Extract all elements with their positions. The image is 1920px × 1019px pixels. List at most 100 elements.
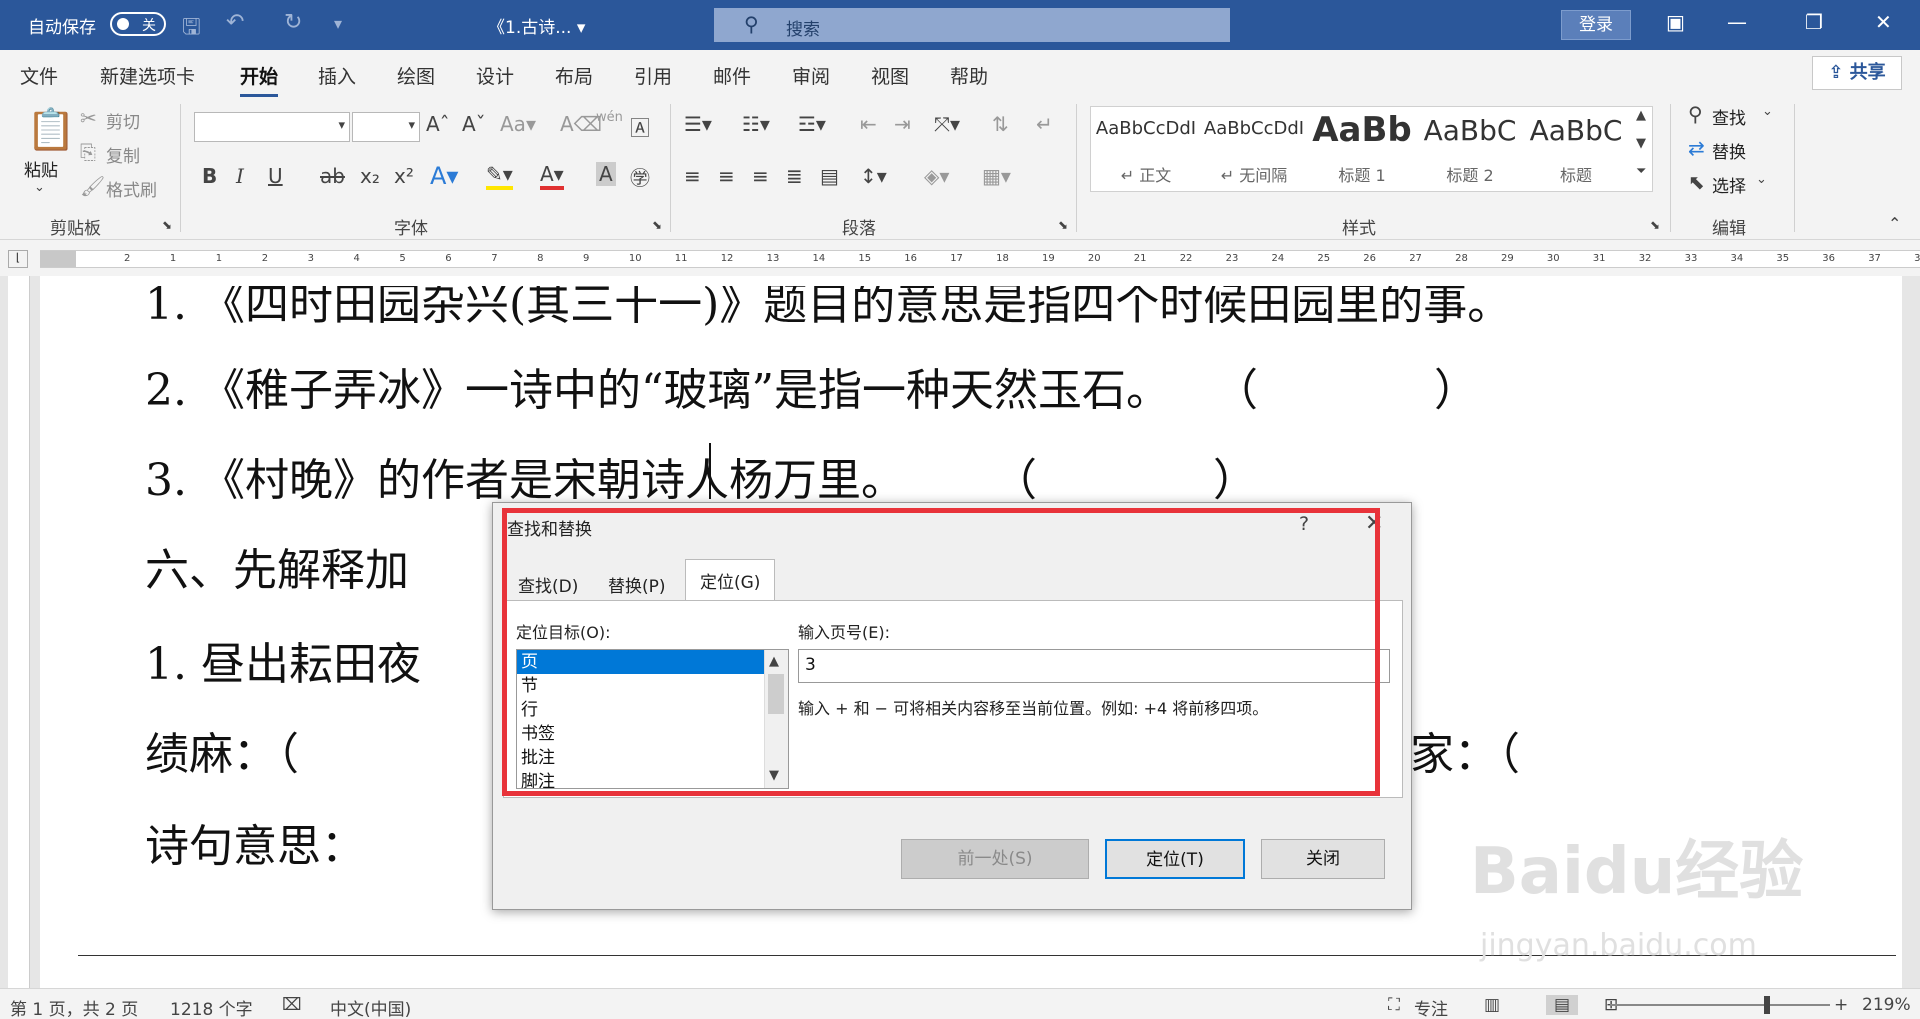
font-launcher-icon[interactable]: ⬊ (652, 218, 662, 232)
align-left-icon[interactable]: ≡ (684, 164, 701, 188)
shrink-font-icon[interactable]: Aˇ (462, 112, 486, 136)
login-button[interactable]: 登录 (1561, 10, 1631, 40)
tab-draw[interactable]: 绘图 (397, 62, 435, 89)
collapse-ribbon-icon[interactable]: ⌃ (1888, 214, 1901, 233)
clipboard-launcher-icon[interactable]: ⬊ (162, 218, 172, 232)
sort-icon[interactable]: ⇅ (992, 112, 1009, 136)
borders-icon[interactable]: ▦▾ (982, 164, 1011, 188)
tab-view[interactable]: 视图 (871, 62, 909, 89)
strikethrough-icon[interactable]: ab (320, 164, 345, 188)
highlight-icon[interactable]: ✎▾ (486, 162, 513, 190)
decrease-indent-icon[interactable]: ⇤ (860, 112, 877, 136)
tab-layout[interactable]: 布局 (555, 62, 593, 89)
focus-button[interactable]: 专注 (1414, 995, 1448, 1019)
change-case-icon[interactable]: Aa▾ (500, 112, 536, 136)
tab-new[interactable]: 新建选项卡 (100, 62, 195, 89)
show-marks-icon[interactable]: ↵ (1036, 112, 1053, 136)
line-spacing-icon[interactable]: ↕▾ (860, 164, 887, 188)
superscript-icon[interactable]: x² (394, 164, 414, 188)
save-icon[interactable]: 🖫 (182, 10, 201, 48)
style-normal[interactable]: AaBbCcDdI ↵ 正文 (1094, 108, 1198, 188)
tab-home[interactable]: 开始 (240, 62, 279, 97)
styles-launcher-icon[interactable]: ⬊ (1650, 218, 1660, 232)
underline-icon[interactable]: U (268, 164, 283, 188)
bullets-icon[interactable]: ☰▾ (684, 112, 712, 136)
tab-references[interactable]: 引用 (634, 62, 672, 89)
enclose-character-icon[interactable]: ㊫ (630, 162, 650, 191)
font-size-combo[interactable]: ▾ (352, 112, 420, 142)
word-count[interactable]: 1218 个字 (170, 995, 253, 1019)
close-window-icon[interactable]: ✕ (1875, 10, 1892, 34)
chinese-layout-icon[interactable]: ⤧▾ (934, 112, 960, 136)
font-name-combo[interactable]: ▾ (194, 112, 350, 142)
tab-selector[interactable]: ⌊ (8, 250, 28, 268)
tab-help[interactable]: 帮助 (950, 62, 988, 89)
redo-icon[interactable]: ↻ (284, 10, 302, 35)
numbering-icon[interactable]: ☷▾ (742, 112, 770, 136)
minimize-icon[interactable]: — (1727, 10, 1747, 34)
increase-indent-icon[interactable]: ⇥ (894, 112, 911, 136)
paste-dropdown-icon[interactable]: ⌄ (34, 180, 45, 195)
style-title[interactable]: AaBbC 标题 (1526, 108, 1626, 188)
center-icon[interactable]: ≡ (718, 164, 735, 188)
grow-font-icon[interactable]: Aˆ (426, 112, 450, 136)
print-layout-icon[interactable]: ▤ (1546, 995, 1579, 1015)
shading-icon[interactable]: ◈▾ (924, 164, 949, 188)
paste-label[interactable]: 粘贴 (24, 156, 58, 181)
style-heading-2[interactable]: AaBbC 标题 2 (1418, 108, 1522, 188)
replace-button[interactable]: 替换 (1712, 138, 1746, 163)
font-color-icon[interactable]: A▾ (540, 162, 564, 190)
ruler-number: 2 (261, 253, 269, 264)
tab-mailings[interactable]: 邮件 (713, 62, 751, 89)
align-right-icon[interactable]: ≡ (752, 164, 769, 188)
gallery-down-icon[interactable]: ▼ (1636, 136, 1646, 151)
phonetic-guide-icon[interactable]: wén (596, 110, 623, 125)
search-box[interactable]: ⚲ 搜索 (714, 8, 1230, 42)
undo-icon[interactable]: ↶ (226, 10, 244, 35)
text-effects-icon[interactable]: A▾ (430, 162, 458, 190)
select-button[interactable]: 选择 (1712, 172, 1746, 197)
previous-button[interactable]: 前一处(S) (901, 839, 1089, 879)
goto-button[interactable]: 定位(T) (1105, 839, 1245, 879)
subscript-icon[interactable]: x₂ (360, 164, 380, 188)
tab-review[interactable]: 审阅 (792, 62, 830, 89)
zoom-slider[interactable] (1610, 1004, 1830, 1006)
language[interactable]: 中文(中国) (330, 995, 411, 1019)
zoom-in-icon[interactable]: + (1834, 995, 1848, 1015)
justify-icon[interactable]: ≣ (786, 164, 803, 188)
tab-file[interactable]: 文件 (20, 62, 58, 89)
find-dropdown-icon[interactable]: ⌄ (1762, 104, 1773, 119)
character-border-icon[interactable]: 🄰 (630, 112, 650, 141)
format-painter-button[interactable]: 格式刷 (106, 176, 157, 201)
close-button[interactable]: 关闭 (1261, 839, 1385, 879)
share-button[interactable]: ⇪ 共享 (1812, 56, 1902, 90)
page-count[interactable]: 第 1 页，共 2 页 (10, 995, 138, 1019)
character-shading-icon[interactable]: A (596, 162, 616, 186)
doc-line-3: 3. 《村晚》的作者是宋朝诗人杨万里。 （ ） (145, 455, 1257, 506)
style-no-spacing[interactable]: AaBbCcDdI ↵ 无间隔 (1202, 108, 1306, 188)
restore-icon[interactable]: ❐ (1805, 10, 1823, 34)
tab-insert[interactable]: 插入 (318, 62, 356, 89)
multilevel-list-icon[interactable]: ☲▾ (798, 112, 826, 136)
italic-icon[interactable]: I (236, 164, 244, 188)
paste-icon[interactable]: 📋 (26, 106, 76, 153)
tab-design[interactable]: 设计 (476, 62, 514, 89)
customize-qat-icon[interactable]: ▾ (334, 14, 342, 33)
autosave-toggle[interactable]: 关 (110, 12, 166, 36)
zoom-thumb[interactable] (1764, 996, 1770, 1014)
proofing-icon[interactable]: ⌧ (282, 995, 302, 1015)
style-heading-1[interactable]: AaBb 标题 1 (1310, 108, 1414, 188)
cut-button[interactable]: 剪切 (106, 108, 140, 133)
find-button[interactable]: 查找 (1712, 104, 1746, 129)
gallery-up-icon[interactable]: ▲ (1636, 108, 1646, 123)
select-dropdown-icon[interactable]: ⌄ (1756, 172, 1767, 187)
paragraph-launcher-icon[interactable]: ⬊ (1058, 218, 1068, 232)
distributed-icon[interactable]: ▤ (820, 164, 839, 188)
copy-button[interactable]: 复制 (106, 142, 140, 167)
bold-icon[interactable]: B (202, 164, 217, 188)
document-title[interactable]: 《1.古诗... ▾ (488, 13, 585, 38)
gallery-more-icon[interactable]: ⏷ (1636, 164, 1646, 179)
ribbon-display-icon[interactable]: ▣ (1666, 10, 1685, 34)
read-mode-icon[interactable]: ▥ (1484, 995, 1500, 1015)
zoom-level[interactable]: 219% (1862, 995, 1911, 1015)
